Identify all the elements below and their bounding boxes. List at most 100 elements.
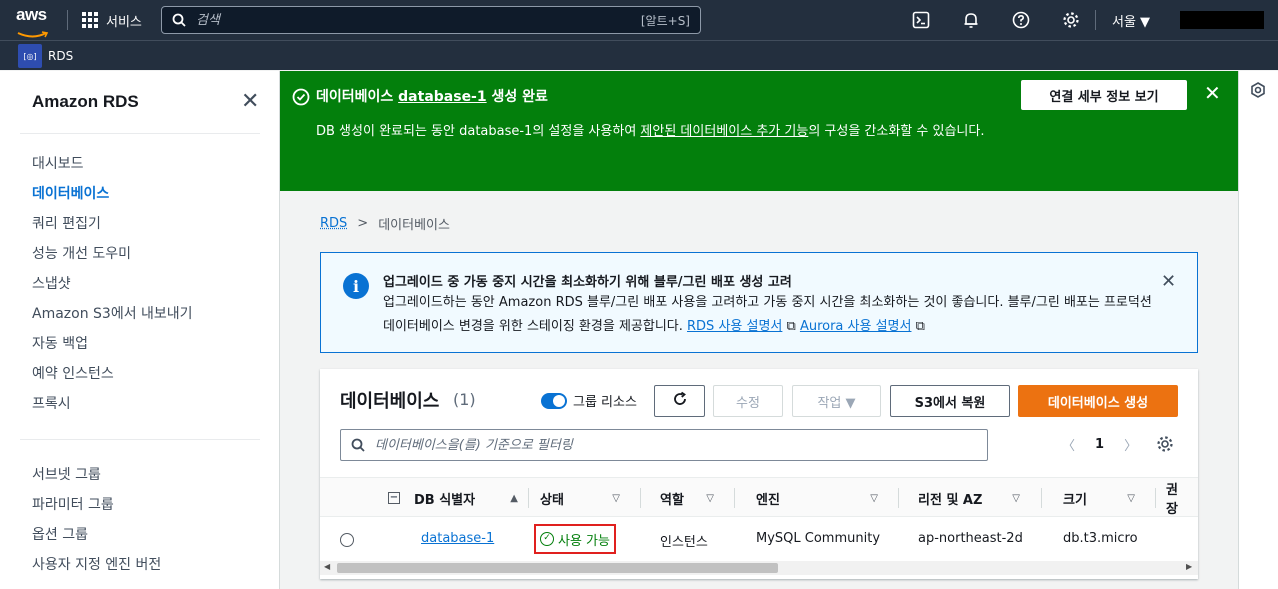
sort-icon: ▽ [870, 492, 878, 504]
sort-ascending-icon: ▲ [510, 492, 518, 504]
suggested-addons-link[interactable]: 제안된 데이터베이스 추가 기능 [640, 124, 808, 139]
column-role[interactable]: 역할 ▽ [650, 478, 724, 518]
sidebar-item-query-editor[interactable]: 쿼리 편집기 [32, 209, 193, 239]
flash-db-link[interactable]: database-1 [398, 89, 486, 105]
actions-dropdown-button[interactable]: 작업 ▼ [792, 385, 881, 417]
dismiss-info-icon[interactable]: ✕ [1161, 271, 1176, 292]
aws-logo[interactable]: aws [16, 6, 52, 38]
status-available-icon: ✓ [540, 532, 554, 546]
sidenav-list-secondary: 서브넷 그룹 파라미터 그룹 옵션 그룹 사용자 지정 엔진 버전 [32, 460, 161, 580]
dismiss-flash-icon[interactable]: ✕ [1204, 83, 1221, 103]
sidebar-item-subnet-groups[interactable]: 서브넷 그룹 [32, 460, 161, 490]
expand-all-toggle[interactable]: − [388, 492, 400, 504]
horizontal-scrollbar[interactable]: ◀ ▶ [320, 561, 1198, 575]
filter-input[interactable] [375, 437, 987, 453]
column-divider [734, 488, 735, 508]
rds-label: RDS [48, 49, 74, 63]
service-bar: [◎] RDS [0, 40, 1278, 70]
rds-service-shortcut[interactable]: [◎] RDS [18, 44, 73, 68]
info-body: 업그레이드하는 동안 Amazon RDS 블루/그린 배포 사용을 고려하고 … [383, 295, 1152, 334]
panel-title: 데이터베이스 [340, 391, 440, 411]
page-number[interactable]: 1 [1095, 437, 1104, 452]
table-row[interactable]: database-1 ✓ 사용 가능 인스턴스 MySQL Community … [320, 518, 1198, 560]
group-resources-label: 그룹 리소스 [573, 395, 637, 410]
column-db-identifier[interactable]: DB 식별자 ▲ [404, 478, 528, 518]
divider [20, 133, 260, 134]
create-database-button[interactable]: 데이터베이스 생성 [1018, 385, 1178, 417]
scroll-right-arrow-icon[interactable]: ▶ [1186, 562, 1192, 571]
restore-from-s3-button[interactable]: S3에서 복원 [890, 385, 1010, 417]
search-icon [351, 438, 365, 452]
search-input[interactable] [196, 12, 641, 28]
column-engine[interactable]: 엔진 ▽ [746, 478, 888, 518]
global-search[interactable]: [알트+S] [161, 6, 701, 34]
scroll-left-arrow-icon[interactable]: ◀ [324, 562, 330, 571]
panel-count: (1) [453, 390, 476, 409]
column-status[interactable]: 상태 ▽ [530, 478, 630, 518]
settings-gear-icon[interactable] [1061, 10, 1081, 30]
sidebar-item-parameter-groups[interactable]: 파라미터 그룹 [32, 490, 161, 520]
chevron-right-icon[interactable]: 〉 [1124, 435, 1137, 454]
sidebar-item-s3-export[interactable]: Amazon S3에서 내보내기 [32, 299, 193, 329]
role-cell: 인스턴스 [660, 535, 708, 550]
group-resources-toggle[interactable] [541, 393, 567, 409]
sidebar-item-option-groups[interactable]: 옵션 그룹 [32, 520, 161, 550]
column-region-az[interactable]: 리전 및 AZ ▽ [908, 478, 1030, 518]
sidebar-item-dashboard[interactable]: 대시보드 [32, 149, 193, 179]
right-utility-rail [1238, 71, 1278, 589]
divider [20, 439, 260, 440]
services-menu-button[interactable]: 서비스 [82, 9, 142, 31]
refresh-button[interactable] [654, 385, 705, 417]
breadcrumb-rds-link[interactable]: RDS [320, 216, 347, 231]
sidebar-item-proxies[interactable]: 프록시 [32, 389, 193, 419]
sort-icon: ▽ [612, 492, 620, 504]
sidebar-item-snapshots[interactable]: 스냅샷 [32, 269, 193, 299]
size-cell: db.t3.micro [1063, 531, 1138, 546]
success-flashbar: 데이터베이스 database-1 생성 완료 DB 생성이 완료되는 동안 d… [280, 71, 1238, 191]
grid-icon [82, 12, 98, 28]
sort-icon: ▽ [1012, 492, 1020, 504]
divider [1095, 10, 1096, 30]
notifications-bell-icon[interactable] [961, 10, 981, 30]
info-icon: i [343, 273, 369, 299]
column-divider [640, 488, 641, 508]
view-connection-details-button[interactable]: 연결 세부 정보 보기 [1021, 80, 1187, 110]
table-preferences-gear-icon[interactable] [1156, 435, 1174, 453]
chevron-right-icon: > [357, 216, 369, 231]
sidebar-item-automated-backups[interactable]: 자동 백업 [32, 329, 193, 359]
sidebar-item-custom-engine-versions[interactable]: 사용자 지정 엔진 버전 [32, 550, 161, 580]
hexagon-info-icon[interactable] [1250, 82, 1266, 98]
sidebar-item-reserved-instances[interactable]: 예약 인스턴스 [32, 359, 193, 389]
engine-cell: MySQL Community [756, 531, 881, 546]
close-sidenav-icon[interactable]: ✕ [241, 91, 259, 113]
aurora-user-guide-link[interactable]: Aurora 사용 설명서 [800, 319, 912, 334]
row-select-radio[interactable] [340, 533, 354, 547]
flash-message: DB 생성이 완료되는 동안 database-1의 설정을 사용하여 제안된 … [316, 124, 985, 139]
info-alert: i 업그레이드 중 가동 중지 시간을 최소화하기 위해 블루/그린 배포 생성… [320, 252, 1198, 353]
services-label: 서비스 [106, 14, 142, 30]
cloudshell-icon[interactable] [911, 10, 931, 30]
refresh-icon [673, 391, 686, 405]
search-icon [172, 13, 186, 27]
column-size[interactable]: 크기 ▽ [1053, 478, 1145, 518]
rds-user-guide-link[interactable]: RDS 사용 설명서 [687, 319, 782, 334]
divider [67, 10, 68, 30]
sidebar-item-performance-insights[interactable]: 성능 개선 도우미 [32, 239, 193, 269]
column-divider [1041, 488, 1042, 508]
db-identifier-link[interactable]: database-1 [421, 531, 494, 546]
region-cell: ap-northeast-2d [918, 531, 1023, 546]
sidenav-list-main: 대시보드 데이터베이스 쿼리 편집기 성능 개선 도우미 스냅샷 Amazon … [32, 149, 193, 419]
chevron-left-icon[interactable]: 〈 [1062, 435, 1075, 454]
sidebar-item-databases[interactable]: 데이터베이스 [32, 179, 193, 209]
top-navigation-bar: aws 서비스 [알트+S] 서울 ▼ [0, 0, 1278, 40]
sidenav-title[interactable]: Amazon RDS [32, 92, 139, 112]
help-icon[interactable] [1011, 10, 1031, 30]
column-recommendations[interactable]: 권장 [1156, 478, 1198, 518]
sort-icon: ▽ [706, 492, 714, 504]
scrollbar-thumb[interactable] [337, 563, 778, 573]
account-menu-redacted[interactable] [1180, 11, 1264, 29]
modify-button[interactable]: 수정 [713, 385, 783, 417]
region-selector[interactable]: 서울 ▼ [1112, 11, 1150, 30]
filter-databases[interactable] [340, 429, 988, 461]
breadcrumb-current: 데이터베이스 [378, 218, 450, 233]
